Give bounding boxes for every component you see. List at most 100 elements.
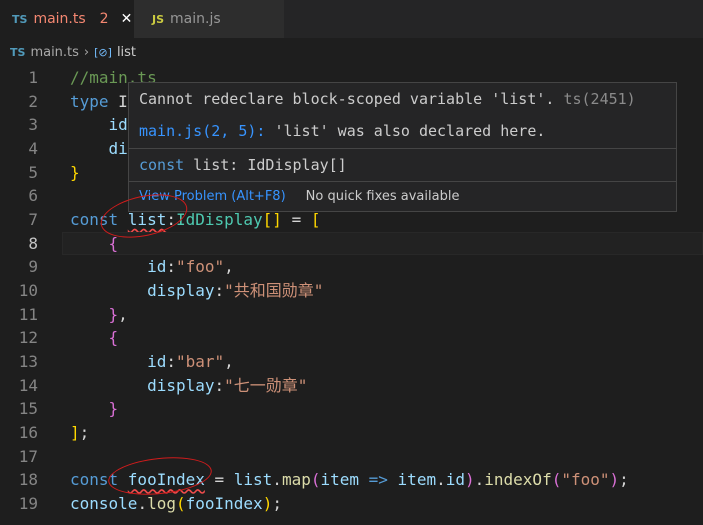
code-token: item	[320, 470, 360, 490]
code-text: {	[70, 326, 119, 350]
code-token: list	[233, 470, 273, 490]
line-number: 8	[28, 233, 38, 253]
related-info: 'list' was also declared here.	[265, 122, 546, 140]
code-token: (	[175, 493, 186, 513]
code-token: type	[70, 91, 119, 111]
code-token: console	[70, 493, 138, 513]
code-token: "共和国勋章"	[224, 280, 324, 300]
signature-keyword: const	[139, 156, 185, 174]
code-line[interactable]: 13 id:"bar",	[0, 350, 703, 374]
error-code: ts(2451)	[563, 90, 636, 108]
code-token: IdDisplay	[175, 209, 263, 229]
code-token: []	[262, 209, 282, 229]
line-number: 1	[28, 68, 38, 87]
code-line[interactable]: 18 const fooIndex = list.map(item => item…	[0, 468, 703, 492]
code-token: id	[147, 257, 167, 277]
code-token: ,	[118, 304, 128, 324]
line-number: 17	[18, 446, 38, 466]
code-token: :	[214, 375, 225, 395]
code-line[interactable]: 14 display:"七一勋章"	[0, 374, 703, 398]
line-number: 18	[18, 470, 38, 490]
code-token: {	[108, 328, 119, 348]
tab-main-js[interactable]: JS main.js	[134, 0, 284, 38]
code-token: fooIndex	[185, 493, 263, 513]
code-token: ;	[79, 422, 90, 442]
code-token: item	[397, 470, 437, 490]
code-token: id	[445, 470, 465, 490]
chevron-right-icon: ›	[83, 44, 90, 60]
breadcrumb-file[interactable]: main.ts	[30, 45, 78, 60]
code-token: log	[147, 493, 176, 513]
code-token: (	[551, 470, 562, 490]
no-quick-fixes: No quick fixes available	[305, 189, 460, 204]
tab-label: main.js	[170, 11, 221, 27]
code-line[interactable]: 15 }	[0, 397, 703, 421]
code-line[interactable]: 10 display:"共和国勋章"	[0, 279, 703, 303]
code-line[interactable]: 8 {	[0, 231, 703, 256]
code-token: ;	[272, 493, 282, 513]
code-token: "foo"	[561, 470, 610, 490]
code-token: :	[166, 257, 176, 277]
code-token: indexOf	[484, 470, 552, 490]
line-number: 5	[28, 162, 38, 182]
code-text: }	[70, 397, 119, 421]
line-number: 13	[18, 351, 38, 371]
line-number: 16	[18, 422, 38, 442]
typescript-icon: TS	[10, 45, 26, 59]
code-text: display:"七一勋章"	[70, 374, 307, 398]
hover-tooltip: Cannot redeclare block-scoped variable '…	[128, 82, 677, 212]
current-line-highlight	[62, 231, 703, 256]
line-number: 19	[18, 493, 38, 513]
code-token: ;	[619, 470, 629, 490]
line-number: 9	[28, 257, 38, 277]
code-line[interactable]: 16];	[0, 421, 703, 445]
line-number: 4	[28, 138, 38, 158]
related-location-link[interactable]: main.js(2, 5):	[139, 122, 265, 140]
code-line[interactable]: 11 },	[0, 303, 703, 327]
code-line[interactable]: 9 id:"foo",	[0, 255, 703, 279]
code-token: =>	[359, 470, 398, 490]
code-line[interactable]: 12 {	[0, 326, 703, 350]
code-token: )	[262, 493, 273, 513]
code-text: ];	[70, 421, 89, 445]
breadcrumb: TS main.ts › [⊘] list	[10, 42, 136, 62]
code-text: id:"foo",	[70, 255, 234, 279]
code-token: .	[137, 493, 148, 513]
code-token: "bar"	[175, 351, 225, 371]
problem-count-badge: 2	[99, 11, 109, 27]
line-number: 3	[28, 115, 38, 135]
line-number: 12	[18, 328, 38, 348]
code-token: id	[108, 115, 128, 135]
code-token: }	[108, 399, 119, 419]
close-icon[interactable]: ✕	[121, 11, 133, 27]
code-text: },	[70, 303, 128, 327]
code-line[interactable]: 19 console.log(fooIndex);	[0, 492, 703, 516]
line-number: 7	[28, 209, 38, 229]
code-token: =	[281, 209, 311, 229]
code-text: }	[70, 161, 80, 185]
code-token: )	[464, 470, 475, 490]
code-line[interactable]: 17	[0, 445, 703, 469]
code-token: ]	[70, 422, 80, 442]
typescript-icon: TS	[12, 12, 28, 26]
code-token: .	[474, 470, 485, 490]
code-token: map	[281, 470, 311, 490]
code-token: ,	[224, 351, 234, 371]
breadcrumb-symbol[interactable]: list	[117, 45, 136, 60]
code-token: :	[166, 351, 176, 371]
error-message: Cannot redeclare block-scoped variable '…	[139, 90, 555, 108]
code-token: id	[147, 351, 167, 371]
variable-icon: [⊘]	[94, 45, 112, 59]
tab-main-ts[interactable]: TS main.ts 2 ✕	[0, 0, 134, 38]
line-number: 2	[28, 91, 38, 111]
